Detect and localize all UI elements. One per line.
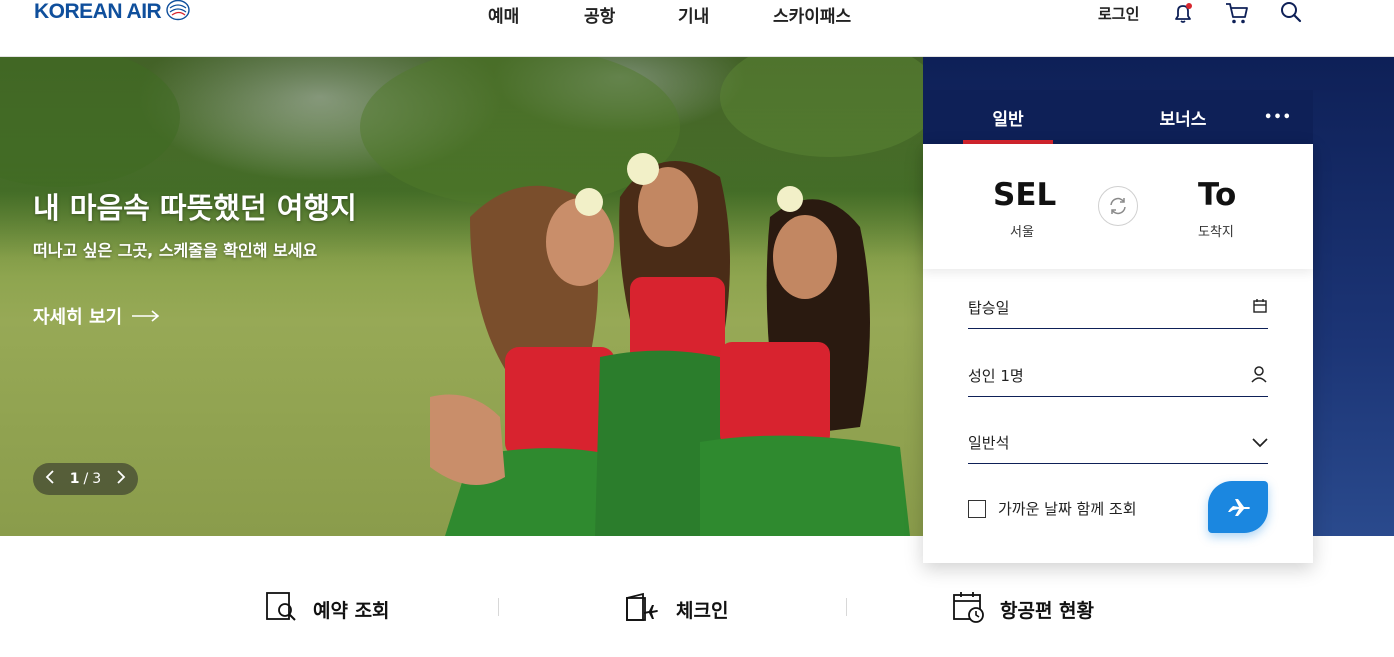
booking-tabs: 일반 보너스 ••• [923, 90, 1313, 144]
arrow-right-icon [132, 306, 160, 327]
cabin-class-label: 일반석 [968, 434, 1010, 452]
cart-icon[interactable] [1224, 0, 1250, 30]
tab-bonus[interactable]: 보너스 [1138, 90, 1228, 144]
person-icon [1250, 365, 1268, 387]
departure-date-field[interactable]: 탑승일 [968, 287, 1268, 329]
airplane-icon [1226, 499, 1250, 516]
bell-icon[interactable] [1171, 1, 1195, 29]
taegeuk-logo-icon [165, 0, 191, 25]
logo-text: KOREAN AIR [34, 0, 162, 23]
quick-menu-divider [846, 598, 847, 616]
chevron-down-icon [1252, 433, 1268, 452]
hero-subtitle: 떠나고 싶은 그곳, 스케줄을 확인해 보세요 [33, 241, 318, 260]
destination-code[interactable]: To [1198, 177, 1236, 213]
origin-name: 서울 [1010, 225, 1034, 240]
passenger-label: 성인 1명 [968, 367, 1024, 385]
flight-search-button[interactable] [1208, 481, 1268, 533]
hero-title: 내 마음속 따뜻했던 여행지 [33, 191, 357, 225]
nearby-dates-label: 가까운 날짜 함께 조회 [998, 500, 1137, 518]
swap-icon [1110, 197, 1126, 215]
search-icon[interactable] [1279, 0, 1303, 28]
hero-more-link[interactable]: 자세히 보기 [33, 303, 160, 329]
checkin-icon [624, 590, 662, 628]
swap-route-button[interactable] [1098, 186, 1138, 226]
tab-more[interactable]: ••• [1258, 90, 1298, 144]
nearby-dates-checkbox[interactable]: 가까운 날짜 함께 조회 [968, 498, 1137, 519]
quick-menu-reservation-label: 예약 조회 [313, 599, 390, 622]
quick-menu-checkin[interactable]: 체크인 [624, 590, 728, 628]
nav-item-booking[interactable]: 예매 [488, 2, 519, 27]
passenger-field[interactable]: 성인 1명 [968, 355, 1268, 397]
quick-menu-checkin-label: 체크인 [676, 599, 729, 622]
tab-regular[interactable]: 일반 [963, 90, 1053, 144]
calendar-icon [1252, 298, 1268, 318]
quick-menu-flight-status[interactable]: 항공편 현황 [952, 590, 1094, 628]
nav-item-inflight[interactable]: 기내 [678, 2, 709, 27]
flight-status-icon [952, 590, 986, 628]
pager-total: 3 [92, 471, 102, 487]
hero-pager: 1 / 3 [33, 463, 138, 495]
origin-code[interactable]: SEL [993, 177, 1056, 213]
chevron-right-icon[interactable] [116, 470, 126, 488]
destination-name: 도착지 [1198, 225, 1234, 240]
reservation-search-icon [265, 590, 299, 628]
pager-current: 1 [69, 471, 80, 487]
pager-separator: / [83, 471, 89, 487]
booking-panel: SEL 서울 To 도착지 탑승일 성인 1명 일반석 가까운 날짜 함께 조회 [923, 144, 1313, 563]
hero-photo-figures [0, 57, 923, 536]
pager-count: 1 / 3 [70, 471, 101, 487]
korean-air-logo[interactable]: KOREAN AIR [34, 0, 191, 24]
checkbox-box[interactable] [968, 499, 986, 518]
quick-menu-flight-status-label: 항공편 현황 [1000, 599, 1095, 622]
nav-item-airport[interactable]: 공항 [584, 2, 615, 27]
header: KOREAN AIR 예매 공항 기내 스카이패스 로그인 [0, 0, 1394, 57]
chevron-left-icon[interactable] [45, 470, 55, 488]
route-selector: SEL 서울 To 도착지 [923, 144, 1313, 269]
nav-item-skypass[interactable]: 스카이패스 [773, 2, 851, 27]
login-link[interactable]: 로그인 [1098, 3, 1139, 24]
quick-menu-reservation[interactable]: 예약 조회 [265, 590, 390, 628]
departure-date-label: 탑승일 [968, 299, 1010, 317]
cabin-class-select[interactable]: 일반석 [968, 422, 1268, 464]
quick-menu-divider [498, 598, 499, 616]
hero-more-label: 자세히 보기 [33, 307, 123, 328]
